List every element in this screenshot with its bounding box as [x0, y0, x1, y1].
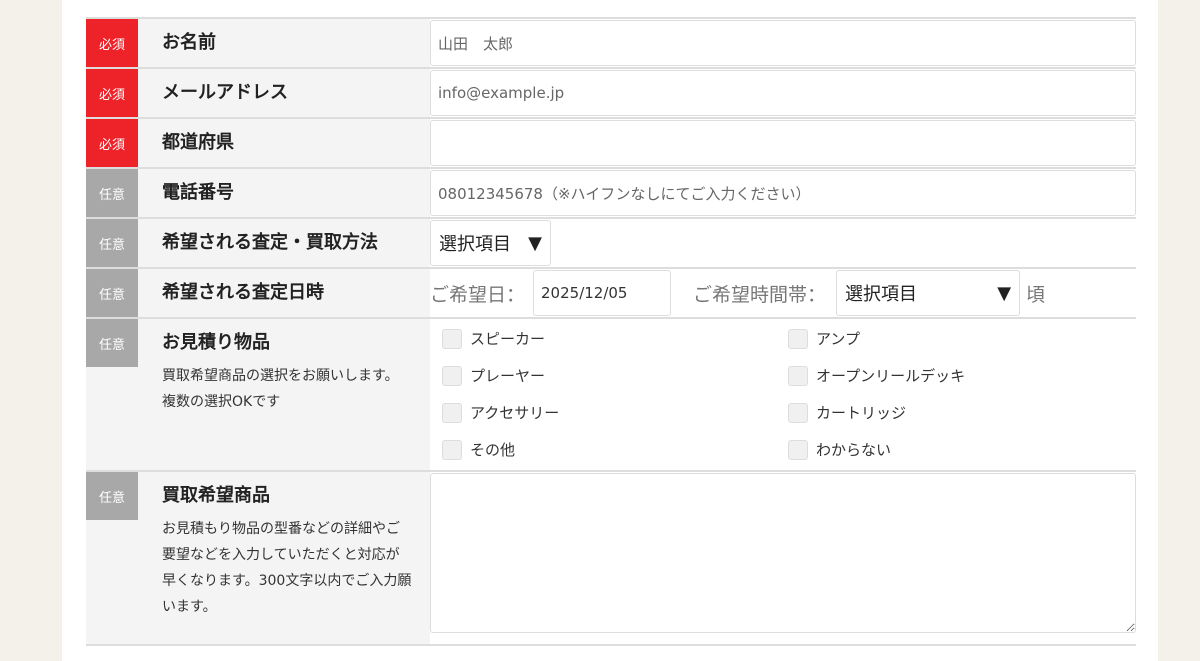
chevron-down-icon: ▼	[528, 232, 542, 254]
checkbox-label: アンプ	[816, 330, 860, 348]
chevron-down-icon: ▼	[997, 282, 1012, 304]
email-input[interactable]: info@example.jp	[430, 70, 1136, 116]
date-input[interactable]: 2025/12/05	[533, 270, 672, 316]
checkbox[interactable]	[788, 365, 808, 386]
checkbox-label: わからない	[816, 441, 892, 459]
row-tel: 任意 電話番号 08012345678（※ハイフンなしにてご入力ください）	[86, 169, 1136, 219]
row-method: 任意 希望される査定・買取方法 選択項目 ▼	[86, 219, 1136, 269]
time-select[interactable]: 選択項目 ▼	[836, 270, 1021, 316]
row-product: 任意 買取希望商品お見積もり物品の型番などの詳細やご要望などを入力していただくと対…	[86, 472, 1136, 646]
contact-form: 必須 お名前 山田 太郎 必須 メールアドレス info@example.jp 必須…	[86, 17, 1136, 646]
checkbox-label: オープンリールデッキ	[816, 367, 966, 385]
date-label: ご希望日：	[430, 283, 526, 306]
optional-badge: 任意	[86, 472, 138, 520]
checkbox-label: カートリッジ	[816, 404, 907, 422]
checkbox[interactable]	[442, 365, 462, 386]
prefecture-label: 都道府県	[162, 132, 234, 153]
prefecture-input[interactable]	[430, 120, 1136, 166]
checkbox[interactable]	[788, 439, 808, 460]
checkbox-label: アクセサリー	[470, 404, 560, 422]
tel-label: 電話番号	[162, 182, 234, 203]
product-textarea[interactable]	[430, 473, 1136, 633]
time-selected: 選択項目	[845, 284, 918, 305]
items-note: 買取希望商品の選択をお願いします。複数の選択OKです	[162, 368, 399, 410]
checkbox-label: プレーヤー	[470, 367, 546, 385]
checkbox-option[interactable]: スピーカー	[442, 326, 788, 351]
checkbox-option[interactable]: その他	[442, 437, 788, 462]
row-datetime: 任意 希望される査定日時 ご希望日： 2025/12/05 ご希望時間帯： 選択項…	[86, 269, 1136, 319]
checkbox-option[interactable]: アクセサリー	[442, 400, 788, 425]
required-badge: 必須	[86, 19, 138, 67]
checkbox-option[interactable]: アンプ	[788, 326, 1128, 351]
method-label: 希望される査定・買取方法	[162, 232, 378, 253]
required-badge: 必須	[86, 119, 138, 167]
name-label: お名前	[162, 32, 216, 53]
checkbox-option[interactable]: オープンリールデッキ	[788, 363, 1128, 388]
product-note: お見積もり物品の型番などの詳細やご要望などを入力していただくと対応が早くなります…	[162, 521, 412, 615]
checkbox-label: スピーカー	[470, 330, 546, 348]
checkbox[interactable]	[442, 439, 462, 460]
optional-badge: 任意	[86, 319, 138, 367]
required-badge: 必須	[86, 69, 138, 117]
product-label: 買取希望商品	[162, 485, 270, 506]
checkbox-option[interactable]: わからない	[788, 437, 1128, 462]
row-email: 必須 メールアドレス info@example.jp	[86, 69, 1136, 119]
time-label: ご希望時間帯：	[693, 283, 827, 306]
method-selected: 選択項目	[439, 234, 511, 255]
time-suffix: 頃	[1026, 283, 1046, 306]
row-prefecture: 必須 都道府県	[86, 119, 1136, 169]
checkbox[interactable]	[788, 402, 808, 423]
optional-badge: 任意	[86, 169, 138, 217]
checkbox-label: その他	[470, 441, 516, 459]
optional-badge: 任意	[86, 269, 138, 317]
checkbox[interactable]	[788, 328, 808, 349]
checkbox-option[interactable]: プレーヤー	[442, 363, 788, 388]
items-checkbox-group: スピーカー アンププレーヤー オープンリールデッキアクセサリー カートリッジその他 わか…	[430, 320, 1140, 468]
checkbox-option[interactable]: カートリッジ	[788, 400, 1128, 425]
email-label: メールアドレス	[162, 82, 288, 103]
tel-input[interactable]: 08012345678（※ハイフンなしにてご入力ください）	[430, 170, 1136, 216]
name-input[interactable]: 山田 太郎	[430, 20, 1136, 66]
method-select[interactable]: 選択項目 ▼	[430, 220, 551, 266]
datetime-label: 希望される査定日時	[162, 282, 324, 303]
row-items: 任意 お見積り物品買取希望商品の選択をお願いします。複数の選択OKです スピーカー…	[86, 319, 1136, 472]
row-name: 必須 お名前 山田 太郎	[86, 19, 1136, 69]
checkbox[interactable]	[442, 328, 462, 349]
optional-badge: 任意	[86, 219, 138, 267]
items-label: お見積り物品	[162, 332, 270, 353]
checkbox[interactable]	[442, 402, 462, 423]
